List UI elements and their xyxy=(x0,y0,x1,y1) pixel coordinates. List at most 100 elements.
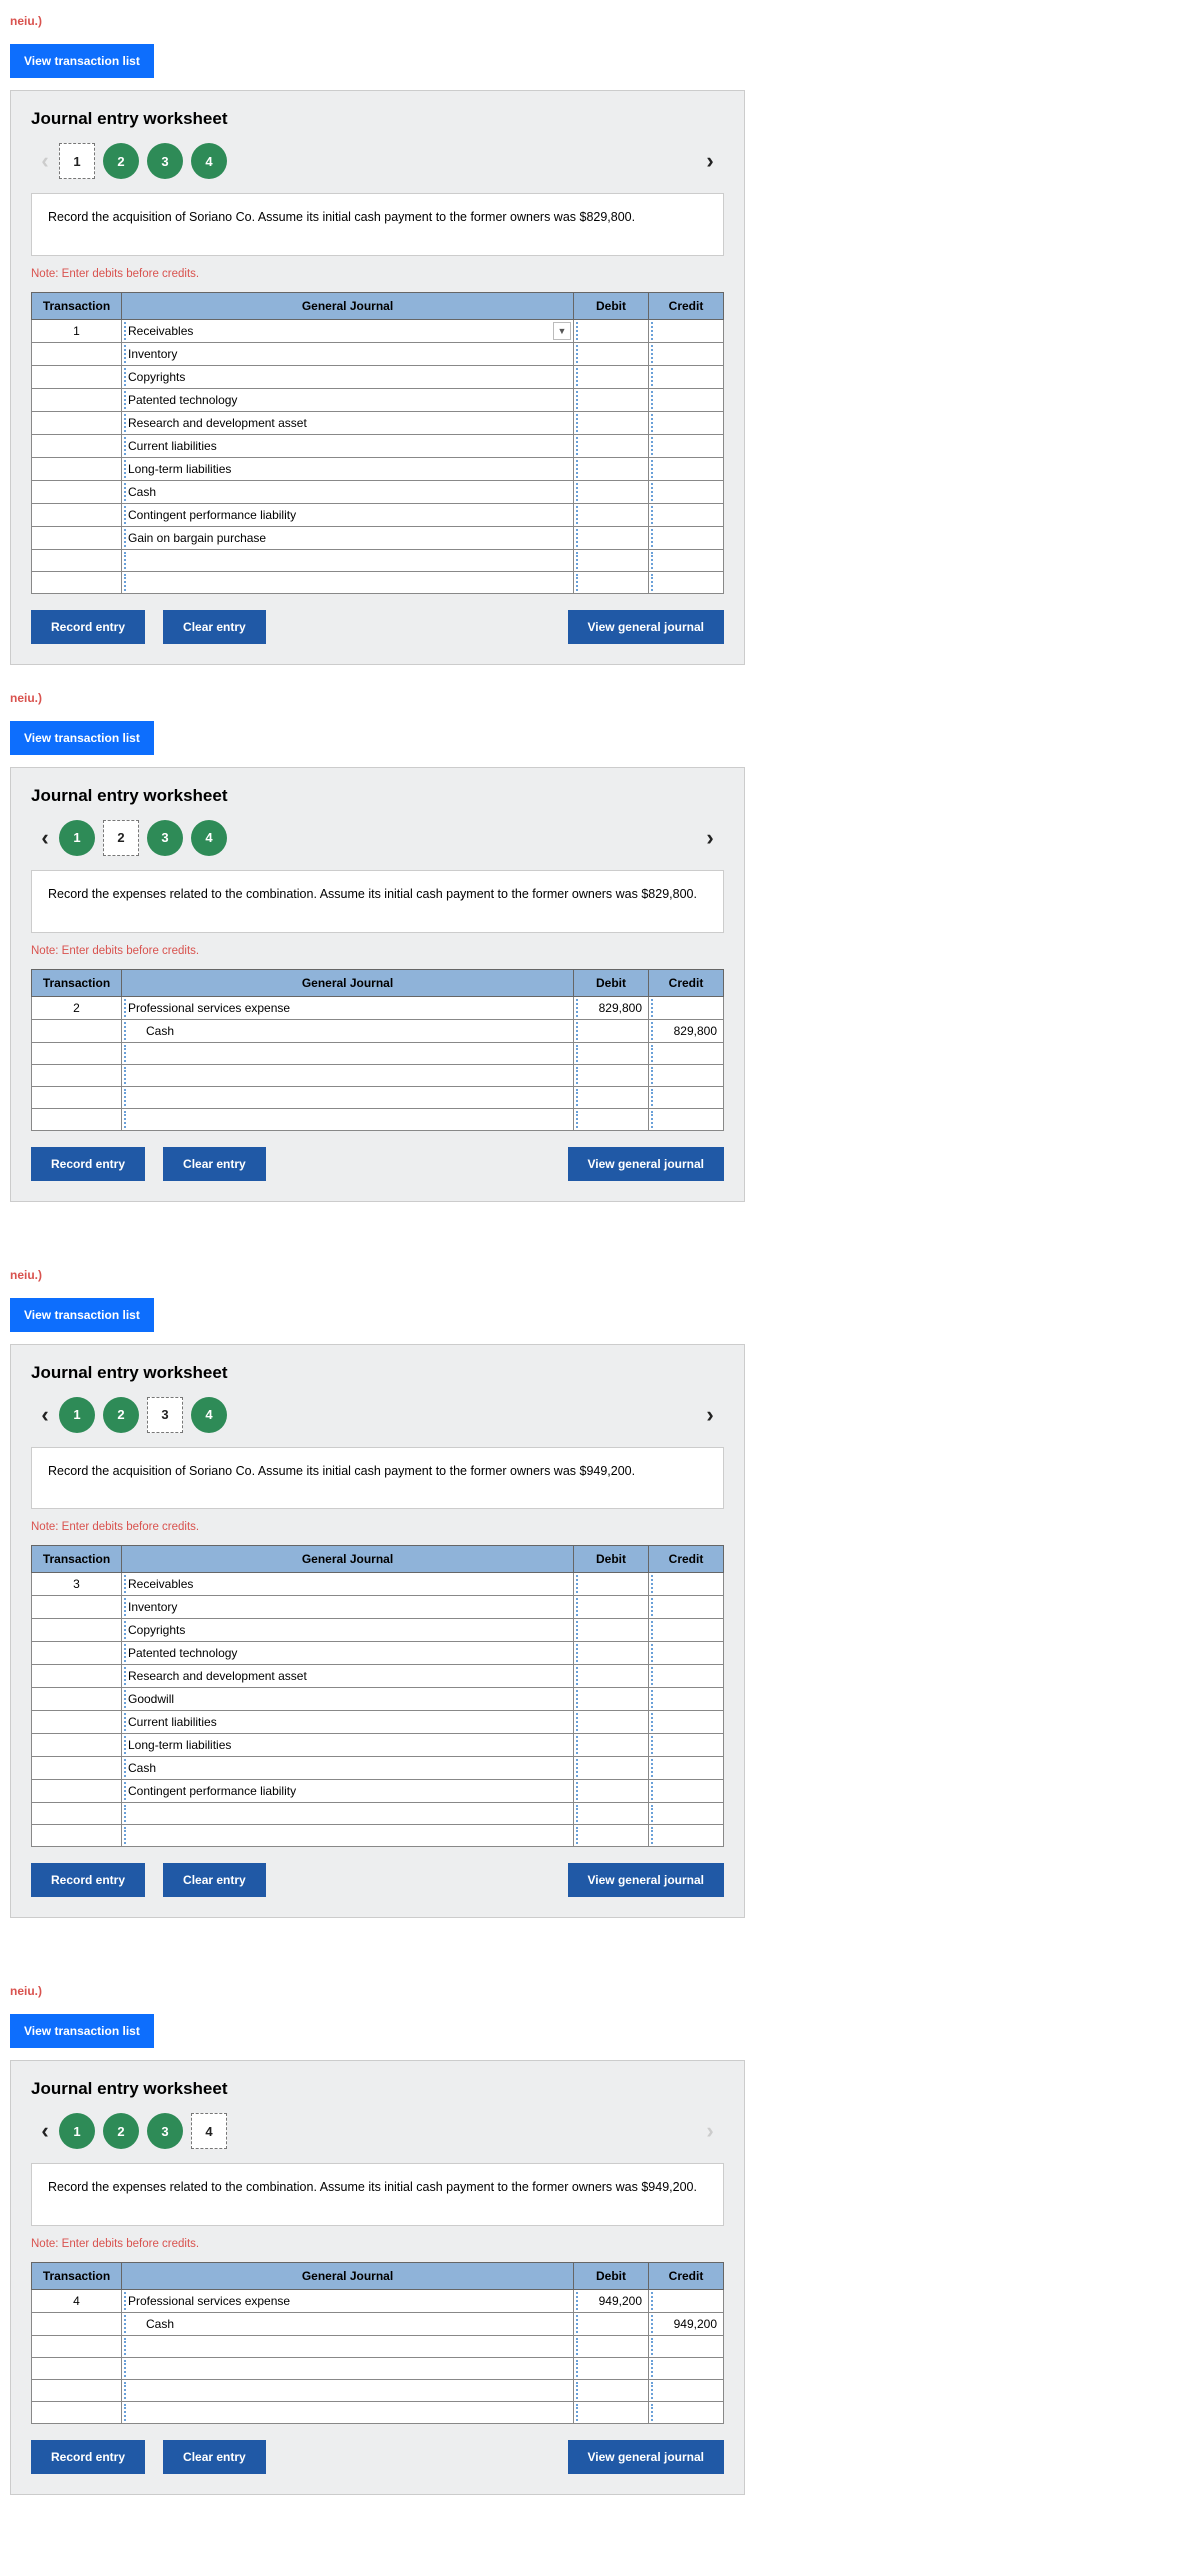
view-transaction-list-button[interactable]: View transaction list xyxy=(10,721,154,755)
dropdown-icon[interactable]: ▼ xyxy=(553,322,571,340)
credit-cell[interactable] xyxy=(649,365,724,388)
credit-cell[interactable] xyxy=(649,457,724,480)
credit-cell[interactable] xyxy=(649,526,724,549)
clear-entry-button[interactable]: Clear entry xyxy=(163,1147,266,1181)
debit-cell[interactable] xyxy=(574,434,649,457)
transaction-cell[interactable] xyxy=(32,1642,122,1665)
view-transaction-list-button[interactable]: View transaction list xyxy=(10,2014,154,2048)
account-cell[interactable] xyxy=(122,2336,574,2358)
tab-1[interactable]: 1 xyxy=(59,1397,95,1433)
account-cell[interactable]: Research and development asset xyxy=(122,411,574,434)
credit-cell[interactable] xyxy=(649,1711,724,1734)
debit-cell[interactable] xyxy=(574,365,649,388)
credit-cell[interactable] xyxy=(649,1780,724,1803)
debit-cell[interactable] xyxy=(574,1803,649,1825)
account-cell[interactable] xyxy=(122,2358,574,2380)
transaction-cell[interactable] xyxy=(32,1757,122,1780)
prev-arrow[interactable]: ‹ xyxy=(31,1402,59,1428)
transaction-cell[interactable] xyxy=(32,2380,122,2402)
account-cell[interactable]: Long-term liabilities xyxy=(122,457,574,480)
credit-cell[interactable] xyxy=(649,503,724,526)
tab-2[interactable]: 2 xyxy=(103,143,139,179)
account-cell[interactable]: Cash xyxy=(122,1757,574,1780)
transaction-cell[interactable] xyxy=(32,549,122,571)
credit-cell[interactable] xyxy=(649,2336,724,2358)
record-entry-button[interactable]: Record entry xyxy=(31,2440,145,2474)
account-cell[interactable] xyxy=(122,1042,574,1064)
transaction-cell[interactable] xyxy=(32,526,122,549)
debit-cell[interactable] xyxy=(574,388,649,411)
credit-cell[interactable] xyxy=(649,1573,724,1596)
transaction-cell[interactable] xyxy=(32,1019,122,1042)
debit-cell[interactable] xyxy=(574,1064,649,1086)
tab-3[interactable]: 3 xyxy=(147,820,183,856)
account-cell[interactable] xyxy=(122,1825,574,1847)
account-cell[interactable]: Patented technology xyxy=(122,388,574,411)
debit-cell[interactable] xyxy=(574,342,649,365)
transaction-cell[interactable] xyxy=(32,1803,122,1825)
account-cell[interactable] xyxy=(122,1803,574,1825)
credit-cell[interactable] xyxy=(649,1757,724,1780)
credit-cell[interactable] xyxy=(649,1064,724,1086)
transaction-cell[interactable] xyxy=(32,2402,122,2424)
credit-cell[interactable] xyxy=(649,1665,724,1688)
transaction-cell[interactable]: 3 xyxy=(32,1573,122,1596)
account-cell[interactable] xyxy=(122,2402,574,2424)
view-transaction-list-button[interactable]: View transaction list xyxy=(10,1298,154,1332)
debit-cell[interactable] xyxy=(574,1711,649,1734)
transaction-cell[interactable] xyxy=(32,480,122,503)
transaction-cell[interactable] xyxy=(32,434,122,457)
tab-3[interactable]: 3 xyxy=(147,1397,183,1433)
credit-cell[interactable] xyxy=(649,1619,724,1642)
account-cell[interactable] xyxy=(122,1064,574,1086)
credit-cell[interactable] xyxy=(649,1688,724,1711)
tab-3[interactable]: 3 xyxy=(147,143,183,179)
view-general-journal-button[interactable]: View general journal xyxy=(568,610,724,644)
account-cell[interactable]: Patented technology xyxy=(122,1642,574,1665)
debit-cell[interactable] xyxy=(574,1757,649,1780)
transaction-cell[interactable] xyxy=(32,411,122,434)
record-entry-button[interactable]: Record entry xyxy=(31,610,145,644)
view-general-journal-button[interactable]: View general journal xyxy=(568,1863,724,1897)
clear-entry-button[interactable]: Clear entry xyxy=(163,1863,266,1897)
credit-cell[interactable] xyxy=(649,1825,724,1847)
tab-2[interactable]: 2 xyxy=(103,820,139,856)
next-arrow[interactable]: › xyxy=(696,1402,724,1428)
credit-cell[interactable] xyxy=(649,1086,724,1108)
credit-cell[interactable] xyxy=(649,342,724,365)
credit-cell[interactable]: 949,200 xyxy=(649,2313,724,2336)
debit-cell[interactable]: 829,800 xyxy=(574,996,649,1019)
credit-cell[interactable] xyxy=(649,411,724,434)
account-cell[interactable] xyxy=(122,1108,574,1130)
record-entry-button[interactable]: Record entry xyxy=(31,1147,145,1181)
record-entry-button[interactable]: Record entry xyxy=(31,1863,145,1897)
debit-cell[interactable] xyxy=(574,571,649,593)
transaction-cell[interactable] xyxy=(32,342,122,365)
tab-4[interactable]: 4 xyxy=(191,2113,227,2149)
transaction-cell[interactable] xyxy=(32,1086,122,1108)
account-cell[interactable]: Contingent performance liability xyxy=(122,1780,574,1803)
debit-cell[interactable] xyxy=(574,1642,649,1665)
account-cell[interactable]: Receivables xyxy=(122,1573,574,1596)
debit-cell[interactable] xyxy=(574,2402,649,2424)
account-cell[interactable]: Professional services expense xyxy=(122,2290,574,2313)
account-cell[interactable]: Cash xyxy=(122,480,574,503)
transaction-cell[interactable] xyxy=(32,1619,122,1642)
transaction-cell[interactable] xyxy=(32,1665,122,1688)
transaction-cell[interactable] xyxy=(32,1780,122,1803)
credit-cell[interactable] xyxy=(649,434,724,457)
debit-cell[interactable] xyxy=(574,526,649,549)
account-cell[interactable]: Inventory xyxy=(122,342,574,365)
account-cell[interactable] xyxy=(122,549,574,571)
credit-cell[interactable] xyxy=(649,2358,724,2380)
debit-cell[interactable] xyxy=(574,2336,649,2358)
debit-cell[interactable] xyxy=(574,1619,649,1642)
account-cell[interactable]: Copyrights xyxy=(122,1619,574,1642)
credit-cell[interactable] xyxy=(649,480,724,503)
view-transaction-list-button[interactable]: View transaction list xyxy=(10,44,154,78)
account-cell[interactable]: Current liabilities xyxy=(122,1711,574,1734)
tab-4[interactable]: 4 xyxy=(191,143,227,179)
credit-cell[interactable] xyxy=(649,571,724,593)
debit-cell[interactable] xyxy=(574,1596,649,1619)
credit-cell[interactable] xyxy=(649,1042,724,1064)
